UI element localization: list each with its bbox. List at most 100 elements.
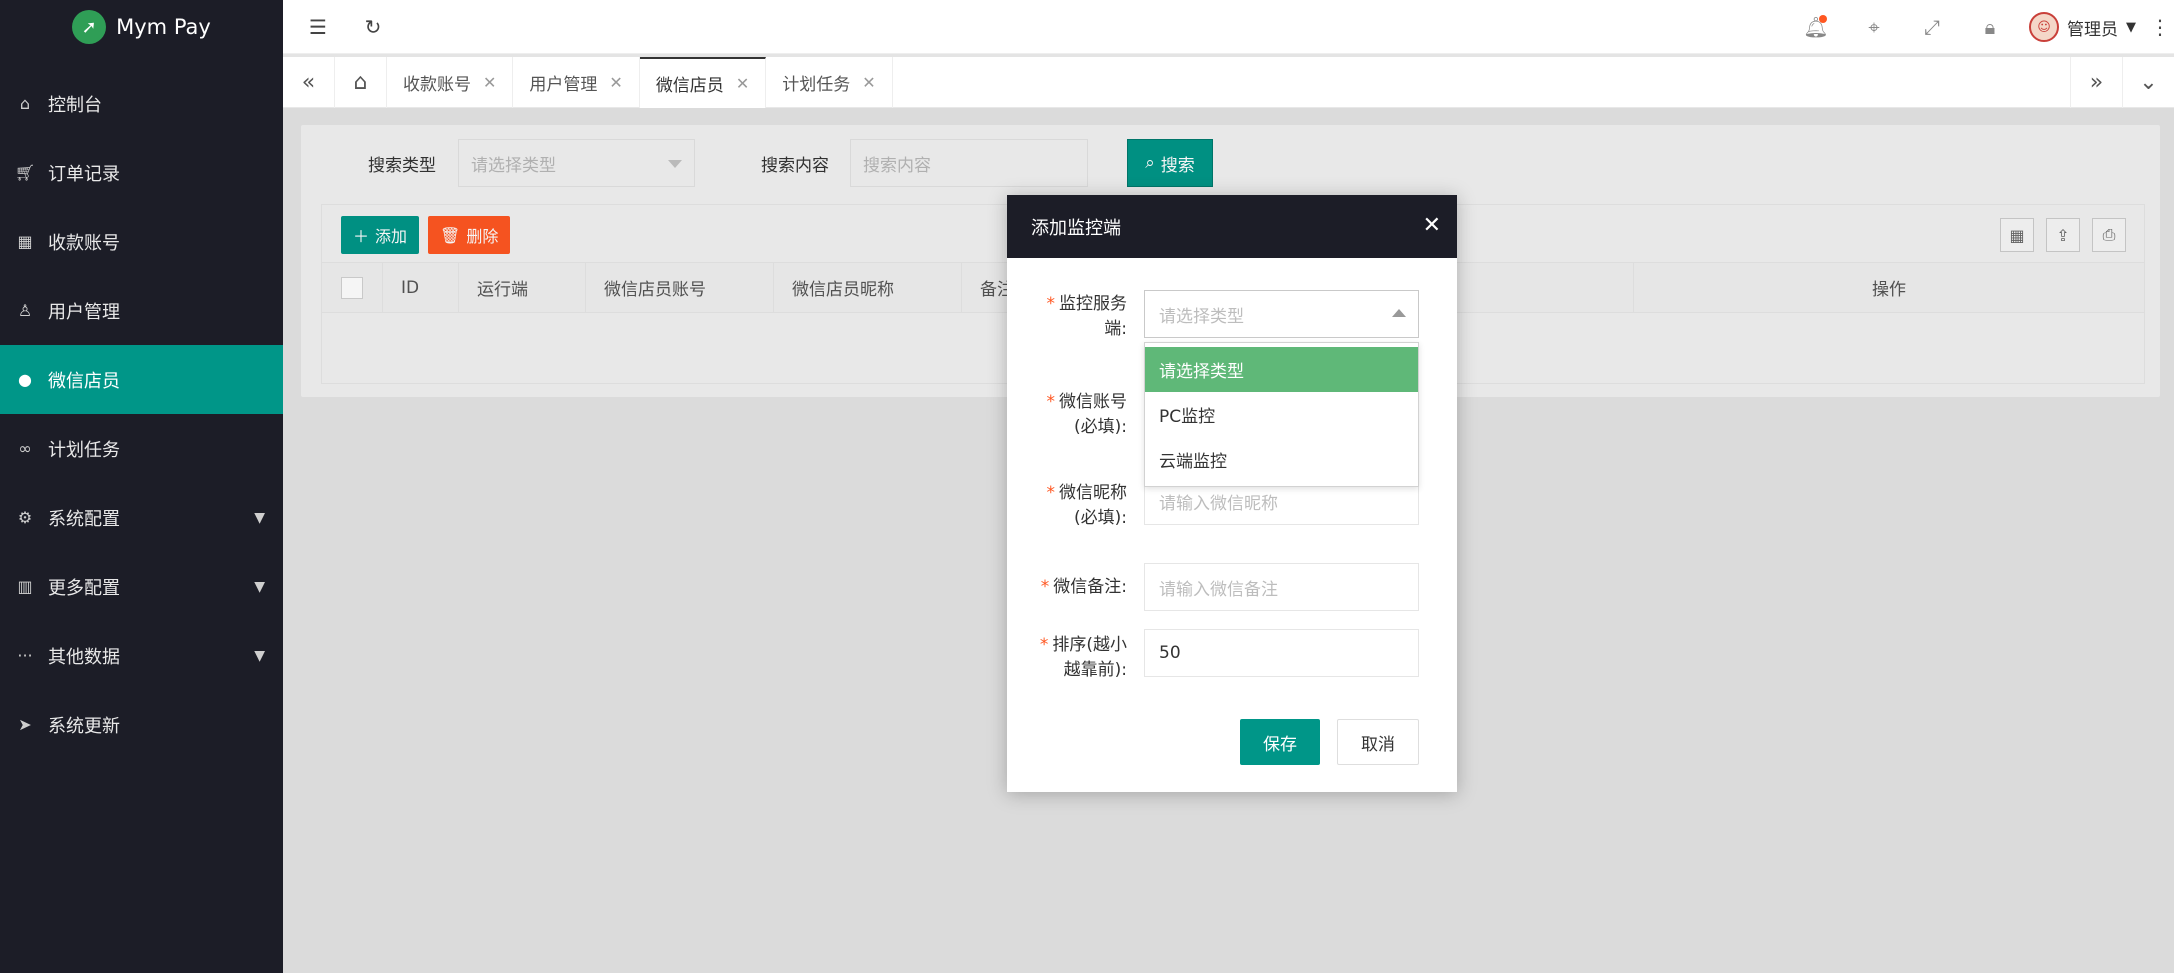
lock-icon[interactable]: 🔒︎ [1961,0,2019,54]
field-label: * 微信备注: [1041,575,1127,600]
server-dropdown: 请选择类型 PC监控 云端监控 [1144,342,1419,487]
cart-icon: 🛒︎ [14,163,36,182]
home-icon: ⌂ [19,94,31,113]
dropdown-option[interactable]: 请选择类型 [1145,347,1418,392]
sidebar-item-label: 更多配置 [48,577,120,599]
sidebar-item-users[interactable]: ♙ 用户管理 [0,276,283,345]
field-label: * 监控服务 端: [1047,292,1128,342]
close-icon[interactable]: ✕ [736,74,749,93]
notification-dot [1819,15,1827,23]
sidebar-item-label: 微信店员 [48,370,120,392]
dropdown-option[interactable]: 云端监控 [1145,437,1418,482]
sidebar-nav: ⌂ 控制台 🛒︎ 订单记录 ▦ 收款账号 ♙ 用户管理 ● 微信店员 ∞ 计划任… [0,69,283,759]
sidebar-item-label: 计划任务 [48,439,120,461]
top-header: ☰ ↻ 🔔︎ ⌖ ⤢ 🔒︎ ☺ 管理员 ▼ ⋮ [283,0,2174,54]
chevron-down-icon[interactable]: ⌄ [2122,57,2174,108]
logo[interactable]: ➚ Mym Pay [0,0,283,54]
label-line: (必填): [1074,417,1127,437]
caret-up-icon [1392,309,1406,317]
dropdown-option[interactable]: PC监控 [1145,392,1418,437]
menu-fold-icon[interactable]: ☰ [303,12,333,42]
ellipsis-icon: ··· [17,646,33,665]
save-button[interactable]: 保存 [1240,719,1320,765]
sidebar-item-label: 控制台 [48,94,102,116]
user-icon: ♙ [17,301,33,320]
required-mark: * [1040,577,1050,597]
sidebar-item-label: 订单记录 [48,163,120,185]
send-icon: ➤ [18,715,32,734]
label-line: 越靠前): [1063,660,1127,680]
home-tab-icon[interactable]: ⌂ [335,57,387,108]
cancel-button[interactable]: 取消 [1337,719,1419,765]
label-line: 排序(越小 [1052,635,1127,655]
sidebar: ➚ Mym Pay ⌂ 控制台 🛒︎ 订单记录 ▦ 收款账号 ♙ 用户管理 ● … [0,0,283,973]
tab-label: 收款账号 [403,75,471,95]
tab-bar-right: » ⌄ [2070,57,2174,108]
caret-down-icon: ▼ [2126,19,2136,35]
gear-icon: ⚙ [17,508,33,527]
bell-icon[interactable]: 🔔︎ [1787,0,1845,54]
refresh-icon[interactable]: ↻ [358,12,388,42]
required-mark: * [1046,392,1056,412]
dialog-title: 添加监控端 [1031,217,1121,239]
label-line: 端: [1104,319,1127,339]
required-mark: * [1039,635,1049,655]
tab-accounts[interactable]: 收款账号 ✕ [387,57,514,108]
sidebar-item-orders[interactable]: 🛒︎ 订单记录 [0,138,283,207]
tab-wechat-staff[interactable]: 微信店员 ✕ [639,57,767,108]
required-mark: * [1046,483,1056,503]
header-right: 🔔︎ ⌖ ⤢ 🔒︎ ☺ 管理员 ▼ ⋮ [1787,0,2174,54]
chevron-down-icon: ▼ [254,509,265,526]
select-placeholder: 请选择类型 [1159,306,1244,327]
wechat-remark-input[interactable]: 请输入微信备注 [1144,563,1419,611]
sidebar-item-accounts[interactable]: ▦ 收款账号 [0,207,283,276]
label-line: (必填): [1074,508,1127,528]
wechat-icon: ● [18,370,32,389]
tab-bar: « ⌂ 收款账号 ✕ 用户管理 ✕ 微信店员 ✕ 计划任务 ✕ » ⌄ [283,57,2174,108]
input-value: 50 [1159,643,1181,663]
field-label: * 排序(越小 越靠前): [1040,633,1127,683]
rocket-icon: ➚ [72,10,107,44]
sort-input[interactable]: 50 [1144,629,1419,677]
sidebar-item-label: 收款账号 [48,232,120,254]
apps-icon: ▥ [17,577,33,596]
user-name: 管理员 [2067,19,2118,40]
tag-icon[interactable]: ⌖ [1845,0,1903,54]
fullscreen-icon[interactable]: ⤢ [1903,0,1961,54]
close-icon[interactable]: ✕ [1423,213,1441,238]
double-chevron-right-icon[interactable]: » [2070,57,2122,108]
tab-label: 微信店员 [655,76,724,96]
sidebar-item-label: 用户管理 [48,301,120,323]
sidebar-item-dashboard[interactable]: ⌂ 控制台 [0,69,283,138]
app-title: Mym Pay [116,15,211,39]
field-label: * 微信昵称 (必填): [1047,481,1128,531]
monitor-server-select[interactable]: 请选择类型 [1144,290,1419,338]
avatar: ☺ [2029,12,2059,42]
label-line: 监控服务 [1059,294,1127,314]
more-icon[interactable]: ⋮ [2146,15,2174,39]
user-menu[interactable]: ☺ 管理员 ▼ [2019,12,2146,42]
sidebar-item-system-config[interactable]: ⚙ 系统配置 ▼ [0,483,283,552]
close-icon[interactable]: ✕ [862,73,875,92]
label-line: 微信备注: [1053,577,1127,597]
label-line: 微信昵称 [1059,483,1127,503]
chevron-down-icon: ▼ [254,647,265,664]
sidebar-item-label: 系统更新 [48,715,120,737]
sidebar-item-system-update[interactable]: ➤ 系统更新 [0,690,283,759]
close-icon[interactable]: ✕ [483,73,496,92]
field-label: * 微信账号 (必填): [1047,390,1128,440]
label-line: 微信账号 [1059,392,1127,412]
sidebar-item-tasks[interactable]: ∞ 计划任务 [0,414,283,483]
grid-icon: ▦ [17,232,33,251]
add-monitor-dialog: 添加监控端 ✕ * 监控服务 端: 请选择类型 请选择类型 PC监控 云端监控 *… [1007,195,1457,792]
double-chevron-left-icon[interactable]: « [283,57,335,108]
sidebar-item-wechat-staff[interactable]: ● 微信店员 [0,345,283,414]
close-icon[interactable]: ✕ [609,73,622,92]
chevron-down-icon: ▼ [254,578,265,595]
tab-users[interactable]: 用户管理 ✕ [513,57,640,108]
tab-label: 用户管理 [529,75,598,95]
tab-tasks[interactable]: 计划任务 ✕ [766,57,893,108]
sidebar-item-other-data[interactable]: ··· 其他数据 ▼ [0,621,283,690]
sidebar-item-more-config[interactable]: ▥ 更多配置 ▼ [0,552,283,621]
sidebar-item-label: 其他数据 [48,646,120,668]
